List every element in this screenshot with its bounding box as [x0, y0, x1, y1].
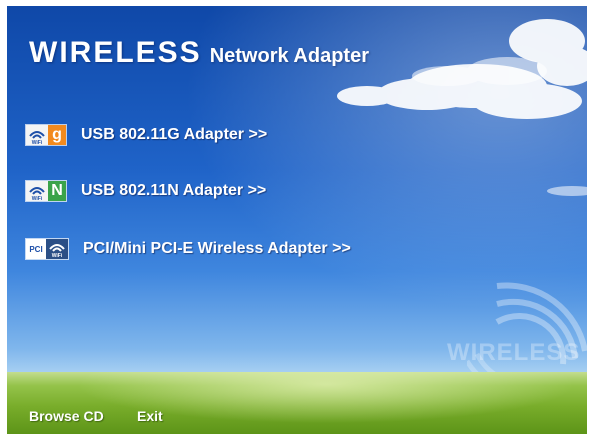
svg-text:WiFi: WiFi: [32, 196, 43, 201]
title-sub: Network Adapter: [209, 45, 369, 67]
menu-item-label: USB 802.11N Adapter >>: [81, 182, 267, 199]
menu-item-usb-n[interactable]: WiFi N USB 802.11N Adapter >>: [25, 178, 266, 204]
svg-text:WiFi: WiFi: [32, 140, 43, 145]
wifi-g-icon: WiFi g: [25, 124, 67, 146]
svg-text:WiFi: WiFi: [52, 253, 63, 259]
pci-wifi-icon: PCI WiFi: [25, 238, 69, 260]
menu-item-label: USB 802.11G Adapter >>: [81, 126, 268, 143]
autorun-window: WIRELESS Network Adapter WiFi g USB 802.1…: [7, 6, 587, 434]
badge-letter: g: [48, 125, 66, 145]
app-title: WIRELESS Network Adapter: [29, 36, 369, 70]
title-main: WIRELESS: [29, 36, 202, 69]
exit-button[interactable]: Exit: [137, 408, 163, 424]
menu-item-pci[interactable]: PCI WiFi PCI/Mini PCI-E Wireless Adapter…: [25, 236, 351, 262]
badge-pci-text: PCI: [26, 239, 46, 259]
browse-cd-button[interactable]: Browse CD: [29, 408, 104, 424]
menu-item-label: PCI/Mini PCI-E Wireless Adapter >>: [83, 240, 351, 257]
menu-item-usb-g[interactable]: WiFi g USB 802.11G Adapter >>: [25, 122, 267, 148]
wireless-watermark-text: WIRELESS: [447, 339, 581, 366]
wifi-n-icon: WiFi N: [25, 180, 67, 202]
badge-letter: N: [48, 181, 66, 201]
